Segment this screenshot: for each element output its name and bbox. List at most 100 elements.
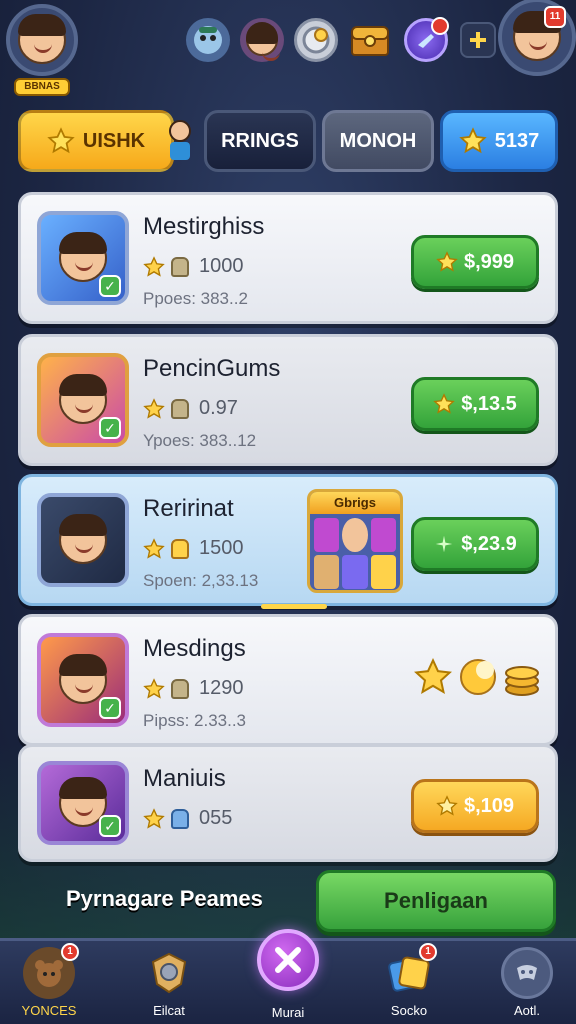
item-subtitle: Ypoes: 383..12 xyxy=(143,431,257,450)
item-stats: 1000 xyxy=(143,255,244,278)
star-icon xyxy=(143,807,165,829)
bundle-slot xyxy=(314,555,340,589)
item-stat-value: 055 xyxy=(199,807,233,829)
star-icon xyxy=(143,255,165,277)
bottom-nav: 1 YONCES Eilcat Murai 1 Socko Aotl. xyxy=(0,929,576,1024)
nav-label: YONCES xyxy=(21,1003,77,1018)
friend-avatar-icon[interactable] xyxy=(240,18,284,62)
nav-item-socko[interactable]: 1 Socko xyxy=(364,943,454,1018)
creature-icon[interactable] xyxy=(186,18,230,62)
nav-item-eilcat[interactable]: Eilcat xyxy=(124,947,214,1018)
bundle-grid xyxy=(310,514,400,590)
gem-icon[interactable] xyxy=(404,17,449,62)
top-bar: BBNAS 11 xyxy=(0,0,576,100)
star-icon xyxy=(143,397,165,419)
friend-face xyxy=(246,22,280,61)
star-icon xyxy=(143,677,165,699)
item-thumbnail: ✓ xyxy=(37,353,129,447)
star-icon xyxy=(47,127,75,154)
potion-icon xyxy=(171,808,189,829)
bundle-slot xyxy=(342,518,368,552)
star-icon xyxy=(433,393,455,414)
item-stat-value: 1290 xyxy=(199,677,244,699)
nav-item-murai[interactable]: Murai xyxy=(243,929,333,1020)
star-icon xyxy=(143,537,165,559)
price-label: $,13.5 xyxy=(461,392,517,415)
avatar-face xyxy=(18,14,66,64)
tab-label: 5137 xyxy=(494,129,540,152)
nav-label: Eilcat xyxy=(153,1003,185,1018)
nav-label: Murai xyxy=(271,1005,305,1020)
item-thumbnail: ✓ xyxy=(37,633,129,727)
shop-item-card[interactable]: ✓ Maniuis 055 $,109 xyxy=(18,744,558,862)
coin-silver-icon[interactable] xyxy=(294,18,338,62)
shield-icon xyxy=(143,947,195,999)
shop-item-card[interactable]: ✓ Mestirghiss 1000 Ppoes: 383..2 $,999 xyxy=(18,192,558,324)
price-label: $,109 xyxy=(463,794,515,817)
check-icon: ✓ xyxy=(99,417,121,439)
item-thumbnail: ✓ xyxy=(37,761,129,845)
nav-badge: 1 xyxy=(419,943,437,961)
item-thumbnail: ✓ xyxy=(37,211,129,305)
add-currency-button[interactable] xyxy=(460,22,496,58)
coin-stack-icon xyxy=(505,666,539,696)
battle-icon xyxy=(257,929,319,991)
gem-notification-dot xyxy=(431,17,449,35)
price-label: $,23.9 xyxy=(461,532,517,555)
nav-label: Socko xyxy=(390,1003,428,1018)
item-stats: 0.97 xyxy=(143,397,238,420)
tab-uishk[interactable]: UISHK xyxy=(18,110,174,172)
crown-icon xyxy=(171,538,189,559)
bundle-slot xyxy=(314,518,340,552)
item-title: PencinGums xyxy=(143,355,281,382)
price-label: $,999 xyxy=(463,250,515,273)
primary-action-button[interactable]: Penligaan xyxy=(316,870,556,932)
hero-portrait xyxy=(59,374,107,424)
player-badge: BBNAS xyxy=(14,78,70,96)
item-stats: 1290 xyxy=(143,677,244,700)
hero-portrait xyxy=(59,232,107,282)
buy-button[interactable]: $,109 xyxy=(411,779,539,833)
star-icon xyxy=(459,127,487,154)
nav-item-yonces[interactable]: 1 YONCES xyxy=(4,943,94,1018)
tab-monoh[interactable]: MONOH xyxy=(322,110,434,172)
cards-icon: 1 xyxy=(383,943,437,999)
item-stats: 055 xyxy=(143,807,232,830)
trophy-icon xyxy=(171,398,189,419)
bear-icon: 1 xyxy=(23,943,79,999)
tab-label: MONOH xyxy=(339,129,417,152)
tab-mascot xyxy=(166,120,194,164)
item-stat-value: 1500 xyxy=(199,537,244,559)
plus-sparkle-icon xyxy=(435,535,453,553)
nav-item-aotl[interactable]: Aotl. xyxy=(482,947,572,1018)
selection-indicator xyxy=(261,604,327,609)
item-title: Maniuis xyxy=(143,765,226,792)
treasure-chest-icon[interactable] xyxy=(348,18,392,62)
buy-button[interactable]: $,13.5 xyxy=(411,377,539,431)
reward-icons xyxy=(413,657,541,697)
check-icon: ✓ xyxy=(99,275,121,297)
item-title: Mesdings xyxy=(143,635,246,662)
player-avatar[interactable] xyxy=(6,4,78,76)
shop-item-card[interactable]: ✓ PencinGums 0.97 Ypoes: 383..12 $,13.5 xyxy=(18,334,558,466)
item-title: Mestirghiss xyxy=(143,213,265,240)
bundle-slot xyxy=(342,555,368,589)
item-stat-value: 1000 xyxy=(199,255,244,277)
footer-label: Pyrnagare Peames xyxy=(66,886,263,911)
tab-rrings[interactable]: RRINGS xyxy=(204,110,316,172)
bundle-preview[interactable]: Gbrigs xyxy=(307,489,403,593)
item-subtitle: Ppoes: 383..2 xyxy=(143,289,248,308)
profile-notification-badge: 11 xyxy=(544,6,566,28)
star-icon xyxy=(436,795,458,816)
tab-star-count[interactable]: 5137 xyxy=(440,110,558,172)
check-icon: ✓ xyxy=(99,815,121,837)
shop-item-card[interactable]: ✓ Mesdings 1290 Pipss: 2.33..3 xyxy=(18,614,558,746)
moon-coin-icon xyxy=(460,659,496,695)
shop-item-card-selected[interactable]: Reririnat 1500 Spoen: 2,33.13 Gbrigs $,2… xyxy=(18,474,558,609)
buy-button[interactable]: $,23.9 xyxy=(411,517,539,571)
buy-button[interactable]: $,999 xyxy=(411,235,539,289)
hero-portrait xyxy=(59,654,107,704)
trophy-icon xyxy=(171,256,189,277)
bundle-label: Gbrigs xyxy=(310,492,400,514)
item-stats: 1500 xyxy=(143,537,244,560)
